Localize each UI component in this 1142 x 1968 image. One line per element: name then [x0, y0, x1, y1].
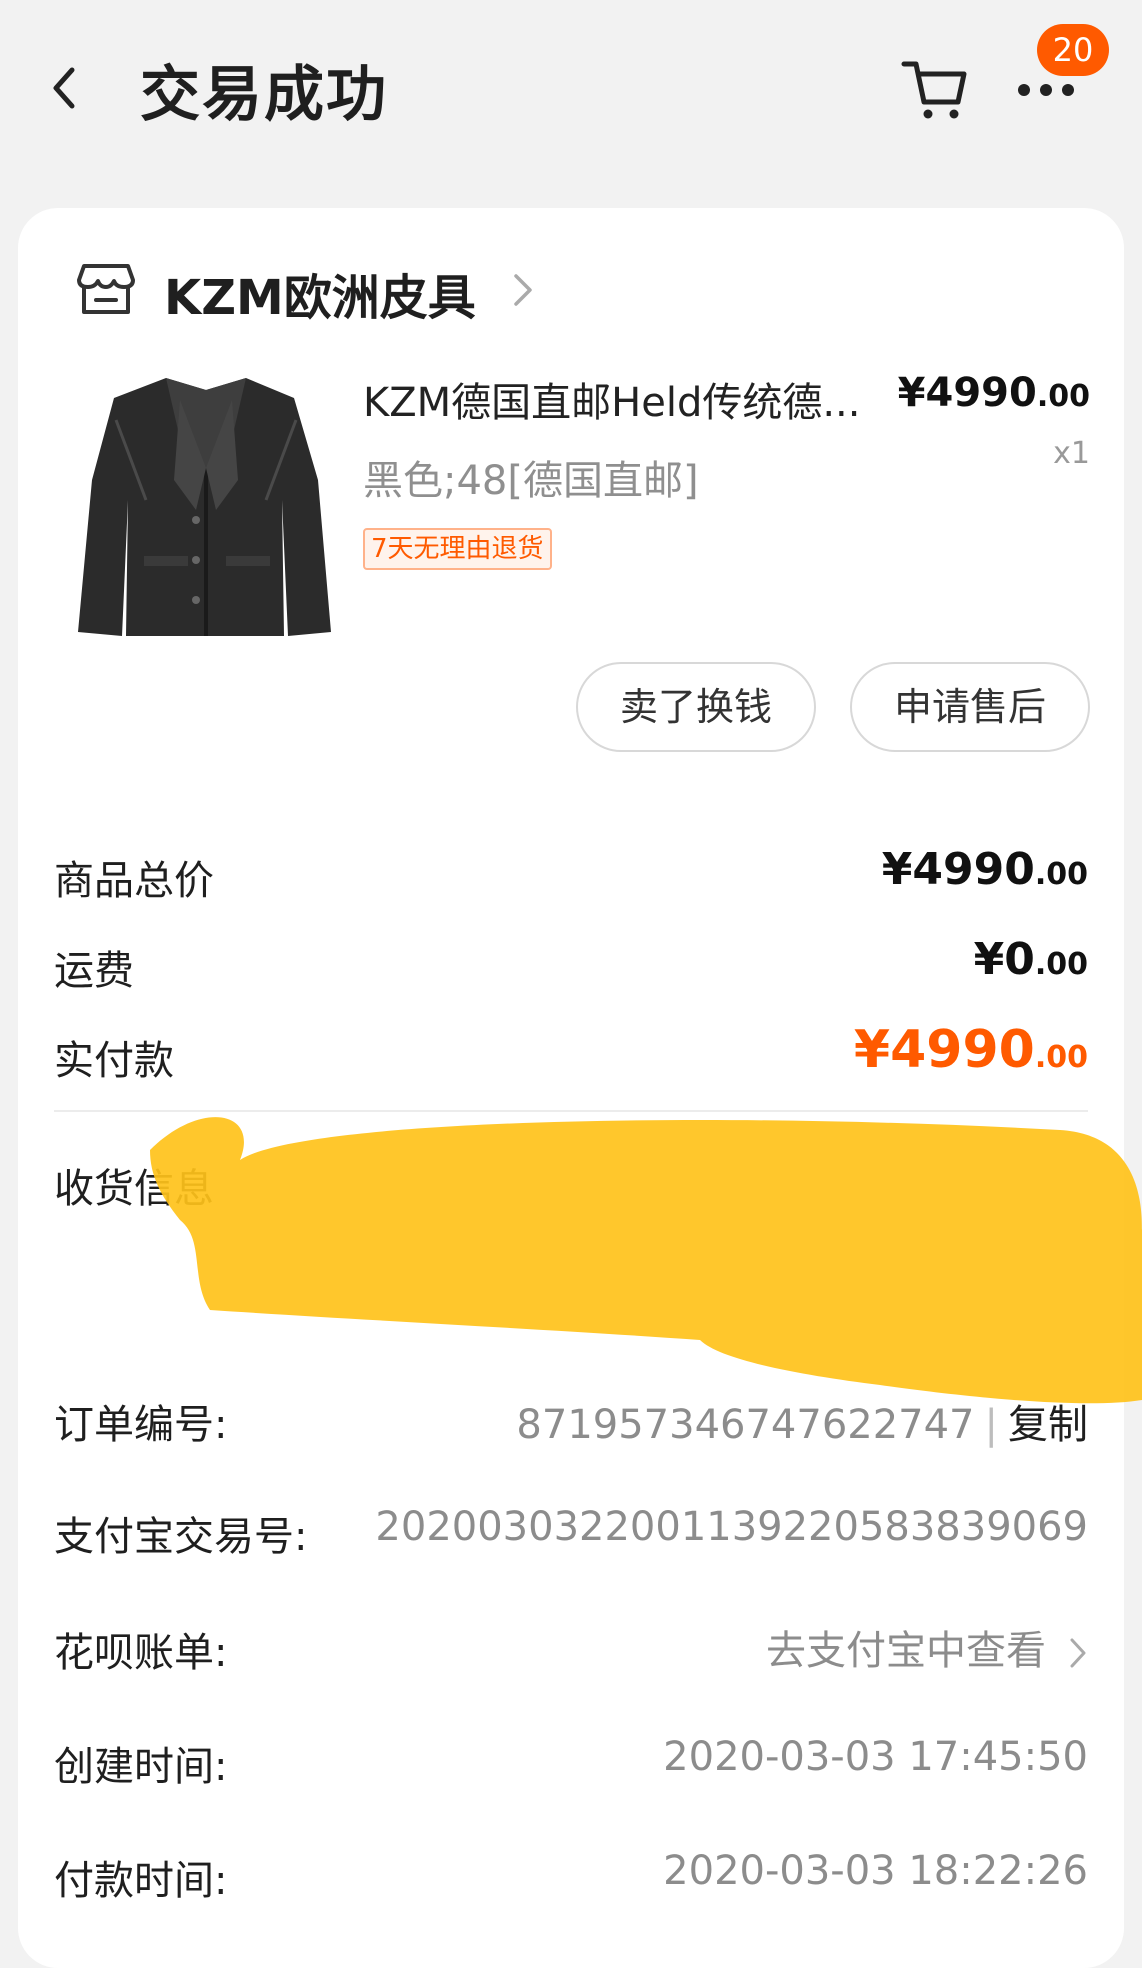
paid-value-main: ¥4990 [853, 1020, 1035, 1080]
order-number-value: 871957346747622747 [516, 1402, 975, 1448]
payment-time-value: 2020-03-03 18:22:26 [663, 1848, 1088, 1894]
store-icon [77, 264, 135, 314]
product-price-decimal: .00 [1036, 379, 1090, 414]
paid-value: ¥4990.00 [854, 1020, 1088, 1080]
top-bar: 交易成功 20 [0, 0, 1142, 180]
huabei-label: 花呗账单: [54, 1630, 228, 1676]
product-spec: 黑色;48[德国直邮] [363, 458, 699, 504]
payment-time-label: 付款时间: [54, 1858, 228, 1904]
created-time-value: 2020-03-03 17:45:50 [663, 1734, 1088, 1780]
cart-icon [901, 61, 967, 119]
page-title: 交易成功 [140, 60, 388, 130]
total-value: ¥4990.00 [882, 844, 1088, 895]
shipping-fee-label: 运费 [54, 948, 134, 994]
shipping-info-label: 收货信息 [54, 1166, 214, 1212]
product-quantity: x1 [1053, 436, 1090, 471]
huabei-link-text: 去支付宝中查看 [766, 1628, 1046, 1674]
sell-button[interactable]: 卖了换钱 [576, 662, 816, 752]
shipping-fee-value: ¥0.00 [974, 934, 1088, 985]
total-value-decimal: .00 [1034, 857, 1088, 892]
order-number-row: 871957346747622747 | 复制 [516, 1392, 1088, 1450]
return-policy-tag: 7天无理由退货 [363, 528, 552, 570]
store-link[interactable]: KZM欧洲皮具 [58, 250, 858, 330]
product-price: ¥4990.00 [898, 370, 1090, 416]
back-button[interactable] [46, 58, 86, 118]
separator: | [984, 1402, 998, 1448]
cart-button[interactable] [898, 52, 972, 126]
alipay-trade-value: 2020030322001139220583839069 [375, 1504, 1088, 1550]
product-price-main: ¥4990 [897, 370, 1037, 416]
order-card: KZM欧洲皮具 KZM德国直邮Held传统德... ¥4990.00 x1 黑色… [18, 208, 1124, 1968]
order-number-label: 订单编号: [54, 1402, 228, 1448]
paid-value-decimal: .00 [1034, 1040, 1088, 1075]
total-label: 商品总价 [54, 858, 214, 904]
shipping-fee-main: ¥0 [973, 934, 1035, 985]
huabei-link[interactable]: 去支付宝中查看 [766, 1618, 1088, 1676]
alipay-trade-label: 支付宝交易号: [54, 1514, 308, 1560]
chevron-right-icon [514, 274, 532, 306]
paid-label: 实付款 [54, 1038, 174, 1084]
total-value-main: ¥4990 [881, 844, 1035, 895]
chevron-right-icon [1070, 1638, 1086, 1668]
chevron-left-icon [53, 67, 75, 109]
created-time-label: 创建时间: [54, 1744, 228, 1790]
shipping-fee-decimal: .00 [1034, 947, 1088, 982]
copy-button[interactable]: 复制 [1008, 1402, 1088, 1448]
after-sales-button[interactable]: 申请售后 [850, 662, 1090, 752]
product-image[interactable] [56, 360, 354, 642]
store-name: KZM欧洲皮具 [164, 270, 476, 326]
product-title[interactable]: KZM德国直邮Held传统德... [363, 370, 893, 428]
divider [54, 1110, 1088, 1112]
notification-badge: 20 [1037, 24, 1109, 76]
